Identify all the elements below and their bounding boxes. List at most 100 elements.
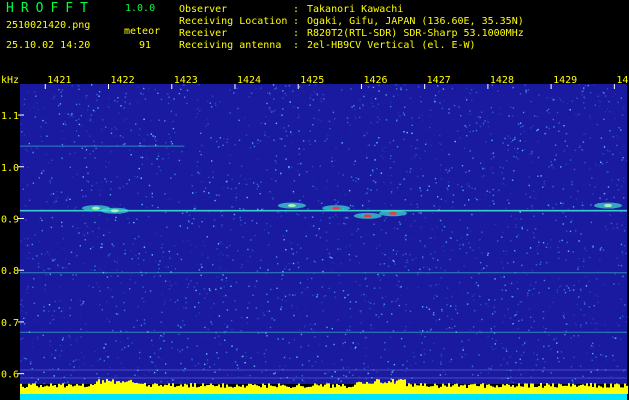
strength-bar: [80, 385, 82, 394]
noise-speck: [56, 242, 59, 244]
noise-speck: [54, 357, 56, 359]
noise-speck: [483, 175, 486, 177]
strength-bar: [480, 384, 482, 394]
noise-speck: [425, 143, 427, 145]
noise-speck: [316, 294, 319, 296]
strength-bar: [438, 387, 440, 394]
noise-speck: [297, 266, 300, 269]
noise-speck: [612, 95, 614, 98]
noise-speck: [230, 229, 232, 231]
noise-speck: [584, 303, 586, 305]
noise-speck: [25, 148, 27, 151]
noise-speck: [624, 150, 627, 152]
noise-speck: [294, 294, 296, 296]
noise-speck: [193, 218, 195, 220]
noise-speck: [531, 205, 533, 207]
strength-bar: [316, 384, 318, 394]
noise-speck: [37, 314, 39, 317]
noise-speck: [548, 345, 550, 347]
noise-speck: [63, 317, 65, 319]
noise-speck: [35, 95, 37, 97]
noise-speck: [75, 337, 78, 340]
noise-speck: [61, 339, 64, 341]
strength-bar: [516, 386, 518, 394]
noise-speck: [578, 240, 580, 242]
strength-bar: [150, 386, 152, 394]
noise-speck: [45, 274, 48, 276]
noise-speck: [575, 324, 578, 326]
noise-speck: [622, 180, 625, 182]
noise-speck: [526, 273, 528, 276]
noise-speck: [254, 285, 256, 288]
noise-speck: [241, 376, 244, 378]
strength-bar: [202, 383, 204, 394]
noise-speck: [380, 356, 382, 359]
strength-bar: [572, 383, 574, 394]
noise-speck: [129, 103, 131, 105]
noise-speck: [585, 322, 587, 324]
noise-speck: [269, 94, 271, 96]
noise-speck: [467, 292, 469, 294]
noise-speck: [404, 236, 406, 239]
noise-speck: [218, 146, 220, 148]
noise-speck: [157, 155, 160, 157]
noise-speck: [81, 189, 83, 191]
noise-speck: [152, 135, 154, 137]
noise-speck: [157, 206, 159, 209]
strength-bar: [118, 381, 120, 394]
noise-speck: [353, 163, 355, 165]
noise-speck: [398, 221, 401, 223]
strength-bar: [510, 386, 512, 394]
noise-speck: [125, 92, 127, 95]
noise-speck: [296, 213, 298, 215]
noise-speck: [69, 153, 71, 155]
noise-speck: [288, 381, 291, 383]
noise-speck: [67, 381, 69, 383]
noise-speck: [350, 316, 352, 318]
meteor-echo-core: [110, 209, 119, 213]
noise-speck: [537, 156, 540, 159]
noise-speck: [213, 219, 216, 221]
noise-speck: [173, 98, 175, 100]
noise-speck: [469, 113, 472, 116]
noise-speck: [244, 178, 246, 180]
noise-speck: [348, 253, 350, 256]
noise-speck: [267, 92, 269, 94]
strength-bar: [418, 385, 420, 394]
noise-speck: [303, 305, 306, 307]
strength-bar: [576, 386, 578, 394]
noise-speck: [48, 304, 51, 306]
noise-speck: [332, 165, 334, 167]
noise-speck: [551, 164, 553, 166]
noise-speck: [342, 174, 344, 176]
noise-speck: [174, 268, 177, 270]
noise-speck: [160, 235, 162, 237]
noise-speck: [292, 321, 294, 324]
noise-speck: [164, 120, 166, 122]
noise-speck: [594, 322, 596, 324]
noise-speck: [438, 318, 441, 321]
noise-speck: [487, 305, 489, 308]
noise-speck: [620, 97, 622, 99]
noise-speck: [468, 218, 471, 220]
noise-speck: [348, 329, 351, 331]
noise-speck: [465, 171, 467, 173]
noise-speck: [184, 367, 186, 370]
noise-speck: [409, 321, 411, 324]
noise-speck: [454, 140, 456, 143]
noise-speck: [570, 366, 573, 368]
noise-speck: [419, 187, 421, 189]
noise-speck: [583, 301, 586, 303]
strength-bar: [620, 387, 622, 394]
receiver-value: R820T2(RTL-SDR) SDR-Sharp 53.1000MHz: [307, 28, 524, 39]
noise-speck: [143, 259, 145, 262]
noise-speck: [416, 203, 418, 205]
noise-speck: [359, 107, 361, 109]
noise-speck: [451, 206, 453, 209]
noise-speck: [397, 85, 400, 87]
noise-speck: [510, 192, 512, 195]
noise-speck: [484, 120, 486, 122]
noise-speck: [594, 312, 596, 314]
noise-speck: [353, 205, 355, 208]
noise-speck: [275, 122, 278, 125]
